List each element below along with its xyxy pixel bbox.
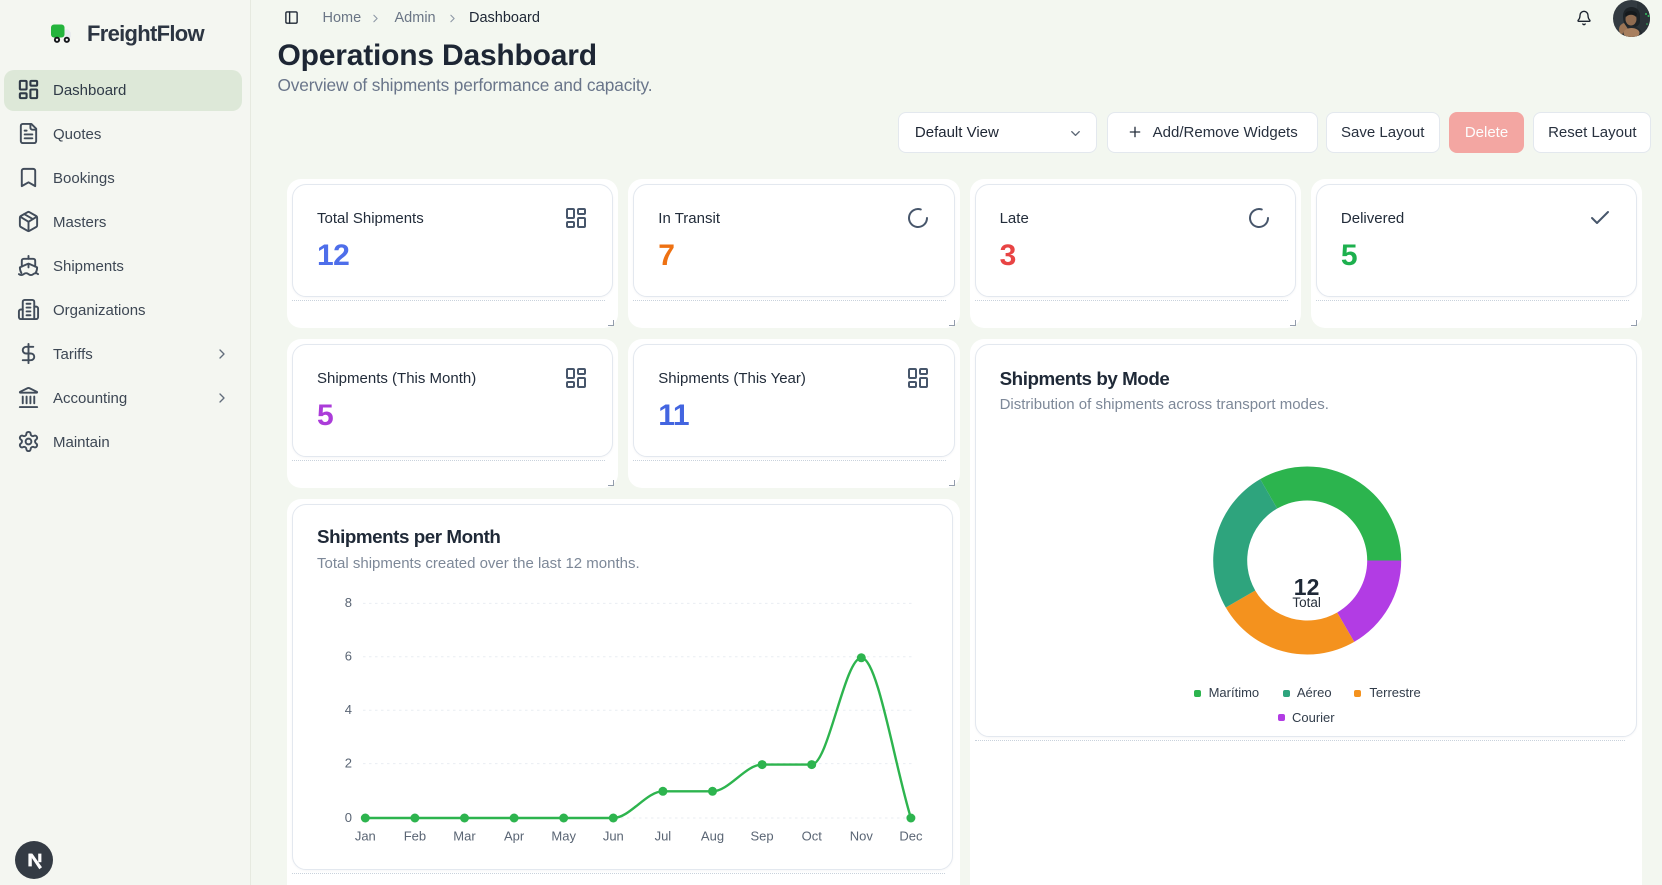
- svg-text:May: May: [551, 829, 576, 844]
- svg-text:0: 0: [345, 810, 352, 825]
- svg-text:8: 8: [345, 595, 352, 610]
- svg-text:Aug: Aug: [701, 829, 724, 844]
- svg-text:4: 4: [345, 702, 352, 717]
- svg-text:Jun: Jun: [603, 829, 624, 844]
- svg-text:Sep: Sep: [751, 829, 774, 844]
- svg-text:Jan: Jan: [355, 829, 376, 844]
- svg-text:Mar: Mar: [453, 829, 476, 844]
- svg-text:Jul: Jul: [655, 829, 672, 844]
- svg-text:Apr: Apr: [504, 829, 525, 844]
- svg-text:6: 6: [345, 649, 352, 664]
- svg-text:Oct: Oct: [802, 829, 823, 844]
- svg-text:2: 2: [345, 755, 352, 770]
- svg-text:Feb: Feb: [404, 829, 426, 844]
- svg-text:Nov: Nov: [850, 829, 874, 844]
- svg-text:Dec: Dec: [899, 829, 923, 844]
